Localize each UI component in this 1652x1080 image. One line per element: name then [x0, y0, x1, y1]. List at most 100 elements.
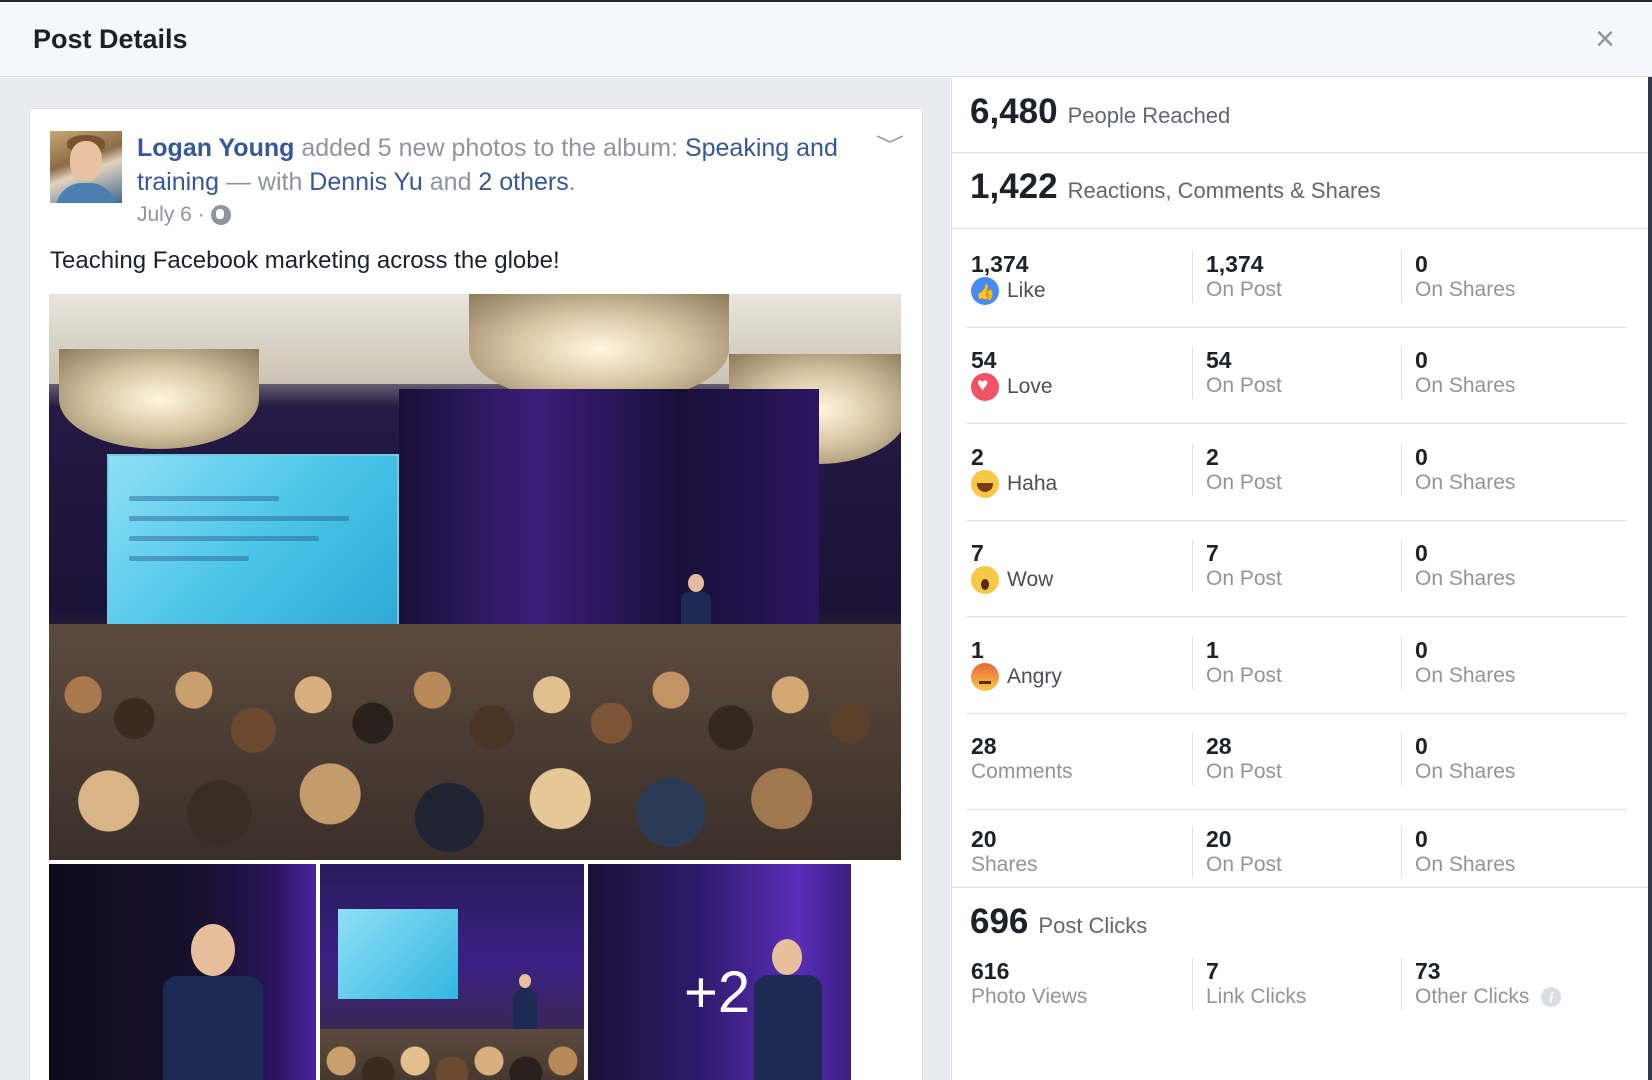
metric-on-post: 1 On Post	[1192, 637, 1282, 689]
metric-row-angry: 1 Angry 1 On Post 0 On Shares	[967, 615, 1627, 714]
post-preview-pane: Logan Young added 5 new photos to the al…	[0, 78, 950, 1080]
author-link[interactable]: Logan Young	[137, 134, 294, 162]
metric-label-text: Wow	[1007, 568, 1054, 591]
on-post-label: On Post	[1206, 853, 1282, 876]
on-shares-value: 0	[1415, 251, 1428, 277]
haha-reaction-icon	[971, 470, 999, 498]
globe-icon[interactable]	[210, 205, 231, 225]
screen-line	[129, 536, 319, 541]
photo-main[interactable]	[49, 294, 901, 860]
screen-line	[129, 556, 249, 561]
avatar-face	[70, 141, 102, 181]
metric-label-text: Haha	[1007, 472, 1058, 495]
on-post-label: On Post	[1206, 471, 1282, 494]
photo-views-label: Photo Views	[971, 985, 1088, 1008]
metric-label-text: Love	[1007, 375, 1053, 398]
metric-on-shares: 0 On Shares	[1401, 733, 1515, 785]
metric-total-value: 1,374	[971, 251, 1029, 277]
on-post-label: On Post	[1206, 374, 1282, 397]
author-avatar[interactable]	[50, 131, 122, 203]
on-shares-value: 0	[1415, 444, 1428, 470]
on-post-value: 7	[1206, 540, 1219, 566]
photo-thumb-1[interactable]	[49, 864, 316, 1080]
post-clicks-label: Post Clicks	[1038, 913, 1148, 938]
metric-row-wow: 7 Wow 7 On Post 0 On Shares	[967, 518, 1627, 617]
tagged-person-link[interactable]: Dennis Yu	[309, 168, 423, 196]
post-card: Logan Young added 5 new photos to the al…	[29, 108, 923, 1080]
avatar-shirt	[56, 183, 116, 203]
screen-line	[129, 516, 349, 521]
speaker-head	[772, 939, 802, 975]
metric-total-label: Wow	[971, 566, 1053, 594]
metric-total-value: 20	[971, 826, 997, 852]
more-photos-count: +2	[684, 960, 751, 1025]
metric-total-label: Haha	[971, 470, 1057, 498]
metric-total: 7 Wow	[971, 540, 1053, 594]
speaker-figure	[510, 974, 540, 1034]
metric-total: 54 Love	[971, 347, 1053, 401]
audience-crowd	[49, 624, 901, 860]
on-post-label: On Post	[1206, 760, 1282, 783]
metric-on-shares: 0 On Shares	[1401, 826, 1515, 878]
post-date[interactable]: July 6 ·	[137, 203, 205, 227]
and-text: and	[422, 168, 479, 196]
info-icon[interactable]: i	[1541, 987, 1562, 1007]
metric-label-text: Comments	[971, 760, 1073, 783]
people-reached-label: People Reached	[1067, 103, 1231, 128]
on-post-value: 2	[1206, 444, 1219, 470]
on-post-label: On Post	[1206, 278, 1282, 301]
metric-on-shares: 0 On Shares	[1401, 444, 1515, 496]
on-shares-label: On Shares	[1415, 664, 1516, 687]
metric-total: 1,374Like	[971, 251, 1046, 306]
speaker-body	[163, 976, 263, 1080]
metric-on-post: 2 On Post	[1192, 444, 1282, 496]
speaker-head	[519, 974, 531, 988]
on-post-value: 54	[1206, 347, 1232, 373]
post-details-dialog: Post Details × Logan Young added 5 new p…	[0, 0, 1652, 1080]
photo-thumb-3-more[interactable]: +2	[588, 864, 851, 1080]
metric-label-text: Angry	[1007, 665, 1062, 688]
other-clicks-value: 73	[1415, 958, 1441, 984]
metric-on-post: 54 On Post	[1192, 347, 1282, 399]
metric-total-label: Like	[971, 277, 1046, 306]
dialog-title: Post Details	[33, 24, 188, 54]
engagement-value: 1,422	[970, 167, 1058, 206]
speaker-head	[688, 574, 704, 592]
chandelier-left	[59, 349, 259, 449]
metric-row-like: 1,374Like 1,374On Post 0On Shares	[967, 229, 1627, 328]
on-shares-label: On Shares	[1415, 567, 1516, 590]
others-link[interactable]: 2 others	[478, 168, 568, 196]
on-shares-value: 0	[1415, 347, 1428, 373]
metric-total-value: 7	[971, 540, 984, 566]
headline-period: .	[568, 168, 576, 196]
on-post-value: 28	[1206, 733, 1232, 759]
metric-on-post: 1,374 On Post	[1192, 251, 1282, 303]
metric-total-value: 1	[971, 637, 984, 663]
metric-on-post: 7 On Post	[1192, 540, 1282, 592]
post-headline: Logan Young added 5 new photos to the al…	[137, 131, 857, 199]
like-reaction-icon	[971, 277, 999, 306]
metric-label-text: Shares	[971, 853, 1038, 876]
love-reaction-icon	[971, 373, 999, 401]
audience-crowd	[320, 1029, 584, 1080]
projection-screen	[338, 909, 458, 999]
post-clicks-section: 696 Post Clicks 616 Photo Views 7 Link Clic…	[952, 887, 1649, 1080]
metric-on-post: 28 On Post	[1192, 733, 1282, 785]
metric-total: 28 Comments	[971, 733, 1073, 785]
photo-views-value: 616	[971, 958, 1010, 984]
close-icon[interactable]: ×	[1590, 22, 1620, 56]
engagement-summary: 1,422 Reactions, Comments & Shares	[952, 153, 1649, 229]
people-reached-summary: 6,480 People Reached	[952, 78, 1649, 153]
engagement-label: Reactions, Comments & Shares	[1067, 178, 1381, 203]
on-shares-value: 0	[1415, 540, 1428, 566]
chevron-down-icon[interactable]: ﹀	[873, 129, 907, 157]
post-meta: July 6 ·	[137, 203, 231, 227]
speaker-head	[191, 924, 235, 976]
on-post-value: 20	[1206, 826, 1232, 852]
metric-on-shares: 0 On Shares	[1401, 540, 1515, 592]
speaker-figure	[149, 924, 279, 1080]
photo-thumb-2[interactable]	[320, 864, 584, 1080]
on-shares-label: On Shares	[1415, 760, 1516, 783]
speaker-body	[754, 975, 822, 1080]
insights-pane: 6,480 People Reached 1,422 Reactions, Comm…	[951, 78, 1649, 1080]
